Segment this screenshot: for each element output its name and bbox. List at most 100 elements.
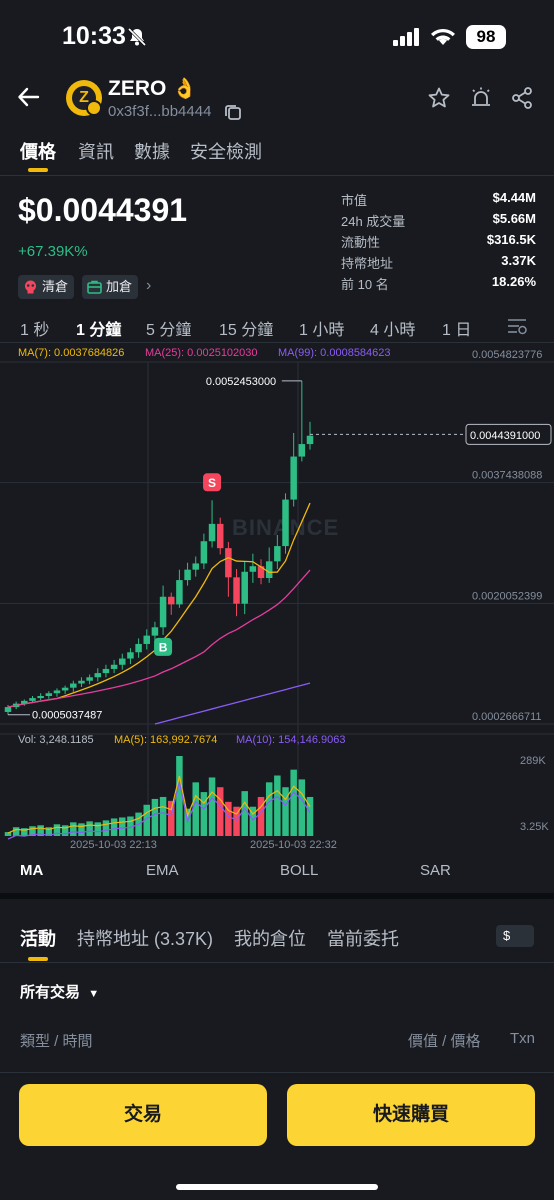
share-icon[interactable] <box>510 86 534 110</box>
skull-icon <box>25 280 36 294</box>
candle-body <box>29 698 36 701</box>
candle-body <box>233 577 240 604</box>
tab-security[interactable]: 安全檢測 <box>190 138 262 164</box>
candle-body <box>274 546 281 562</box>
candle-body <box>225 548 232 578</box>
tab-open-orders[interactable]: 當前委托 <box>327 925 399 951</box>
trade-marker-label: S <box>208 476 216 490</box>
stat-label: 前 10 名 <box>341 277 389 292</box>
stat-value: $5.66M <box>492 211 536 226</box>
tab-holders[interactable]: 持幣地址 (3.37K) <box>77 925 213 951</box>
candle-body <box>70 683 77 688</box>
candle-body <box>192 563 199 570</box>
candle-body <box>37 696 44 699</box>
price-alert-icon[interactable] <box>469 86 493 110</box>
bag-icon <box>87 280 102 294</box>
stat-label: 持幣地址 <box>341 256 394 271</box>
tab-info[interactable]: 資訊 <box>78 138 114 164</box>
y-tick-label: 0.0054823776 <box>472 349 542 361</box>
stat-holders: 持幣地址 3.37K <box>341 253 536 274</box>
volume-tick-label: 3.25K <box>520 821 549 833</box>
chip-liquidate-label: 清倉 <box>42 279 69 294</box>
y-tick-label: 0.0002666711 <box>472 711 542 723</box>
volume-ma5-legend: MA(5): 163,992.7674 <box>114 734 218 746</box>
trade-button[interactable]: 交易 <box>19 1084 267 1146</box>
token-emoji: 👌 <box>172 78 197 100</box>
high-label: 0.0052453000 <box>206 376 276 388</box>
volume-bar <box>265 782 273 836</box>
filter-dropdown[interactable]: 所有交易 ▼ <box>20 981 99 1002</box>
stat-value: $316.5K <box>486 232 536 247</box>
price-chart[interactable]: BINANCE 0.00548237760.00374380880.002005… <box>0 349 554 851</box>
y-tick-label: 0.0020052399 <box>472 590 542 602</box>
chain-badge-icon <box>86 100 102 116</box>
volume-bar <box>70 822 77 836</box>
stat-value: 18.26% <box>491 274 536 289</box>
legend-ma25: MA(25): 0.0025102030 <box>145 347 258 359</box>
indicator-sar[interactable]: SAR <box>420 862 451 879</box>
chip-liquidate[interactable]: 清倉 <box>18 275 75 299</box>
activity-tab-indicator <box>28 957 48 961</box>
volume-bar <box>208 777 216 836</box>
volume-bar <box>151 798 159 836</box>
price-change: +67.39K% <box>18 243 88 260</box>
x-axis-label: 2025-10-03 22:13 <box>70 839 157 851</box>
indicator-ema[interactable]: EMA <box>146 862 179 879</box>
interval-15m[interactable]: 15 分鐘 <box>219 316 273 340</box>
chip-add-position[interactable]: 加倉 <box>82 275 139 299</box>
candle-body <box>151 627 159 636</box>
stat-value: 3.37K <box>501 253 536 268</box>
column-txn: Txn <box>510 1030 536 1047</box>
interval-4h[interactable]: 4 小時 <box>370 316 415 340</box>
interval-1s[interactable]: 1 秒 <box>20 316 49 340</box>
volume-ma5-line <box>7 775 311 834</box>
interval-1h[interactable]: 1 小時 <box>299 316 344 340</box>
volume-bar <box>12 827 20 836</box>
volume-ma10-line <box>7 781 311 840</box>
filter-label: 所有交易 <box>20 984 81 1001</box>
stat-label: 市值 <box>341 193 368 208</box>
volume-bar <box>176 756 183 836</box>
tab-activity[interactable]: 活動 <box>20 925 56 951</box>
star-icon[interactable] <box>427 86 451 110</box>
chart-settings-icon[interactable] <box>507 316 527 336</box>
currency-toggle[interactable]: $ <box>496 925 534 947</box>
volume-bar <box>102 820 110 836</box>
token-name: ZERO <box>108 77 167 100</box>
candle-body <box>290 456 297 500</box>
tab-my-position[interactable]: 我的倉位 <box>234 925 306 951</box>
tab-price[interactable]: 價格 <box>20 138 56 164</box>
copy-icon[interactable] <box>224 103 242 121</box>
interval-1m[interactable]: 1 分鐘 <box>76 316 121 340</box>
indicator-boll[interactable]: BOLL <box>280 862 318 879</box>
interval-5m[interactable]: 5 分鐘 <box>146 316 191 340</box>
trade-marker-label: B <box>159 640 168 654</box>
candle-body <box>176 580 183 605</box>
indicator-ma[interactable]: MA <box>20 862 43 879</box>
candle-body <box>167 596 175 605</box>
back-arrow-icon[interactable] <box>16 84 42 110</box>
volume-bar <box>86 821 93 836</box>
candle-body <box>110 664 118 669</box>
legend-ma7: MA(7): 0.0037684826 <box>18 347 125 359</box>
candle-body <box>241 571 248 604</box>
candle-body <box>127 652 134 659</box>
current-price: $0.0044391 <box>18 192 188 228</box>
candle-body <box>86 677 93 681</box>
stats-panel: 市值 $4.44M 24h 成交量 $5.66M 流動性 $316.5K 持幣地… <box>341 190 536 295</box>
tab-data[interactable]: 數據 <box>134 138 170 164</box>
volume-legend: Vol: 3,248.1185 <box>18 734 94 746</box>
quick-buy-button[interactable]: 快速購買 <box>287 1084 535 1146</box>
wifi-icon <box>431 29 455 45</box>
low-label: 0.0005037487 <box>32 710 102 722</box>
candle-body <box>102 668 110 674</box>
candle-body <box>143 635 151 644</box>
tabs-divider <box>0 175 554 176</box>
interval-1d[interactable]: 1 日 <box>442 316 471 340</box>
chevron-right-icon[interactable]: › <box>146 277 151 295</box>
volume-bar <box>282 787 289 836</box>
candle-body <box>53 690 61 694</box>
candle-body <box>298 444 306 457</box>
bottom-bar-divider <box>0 1072 554 1073</box>
volume-bar <box>119 817 126 836</box>
